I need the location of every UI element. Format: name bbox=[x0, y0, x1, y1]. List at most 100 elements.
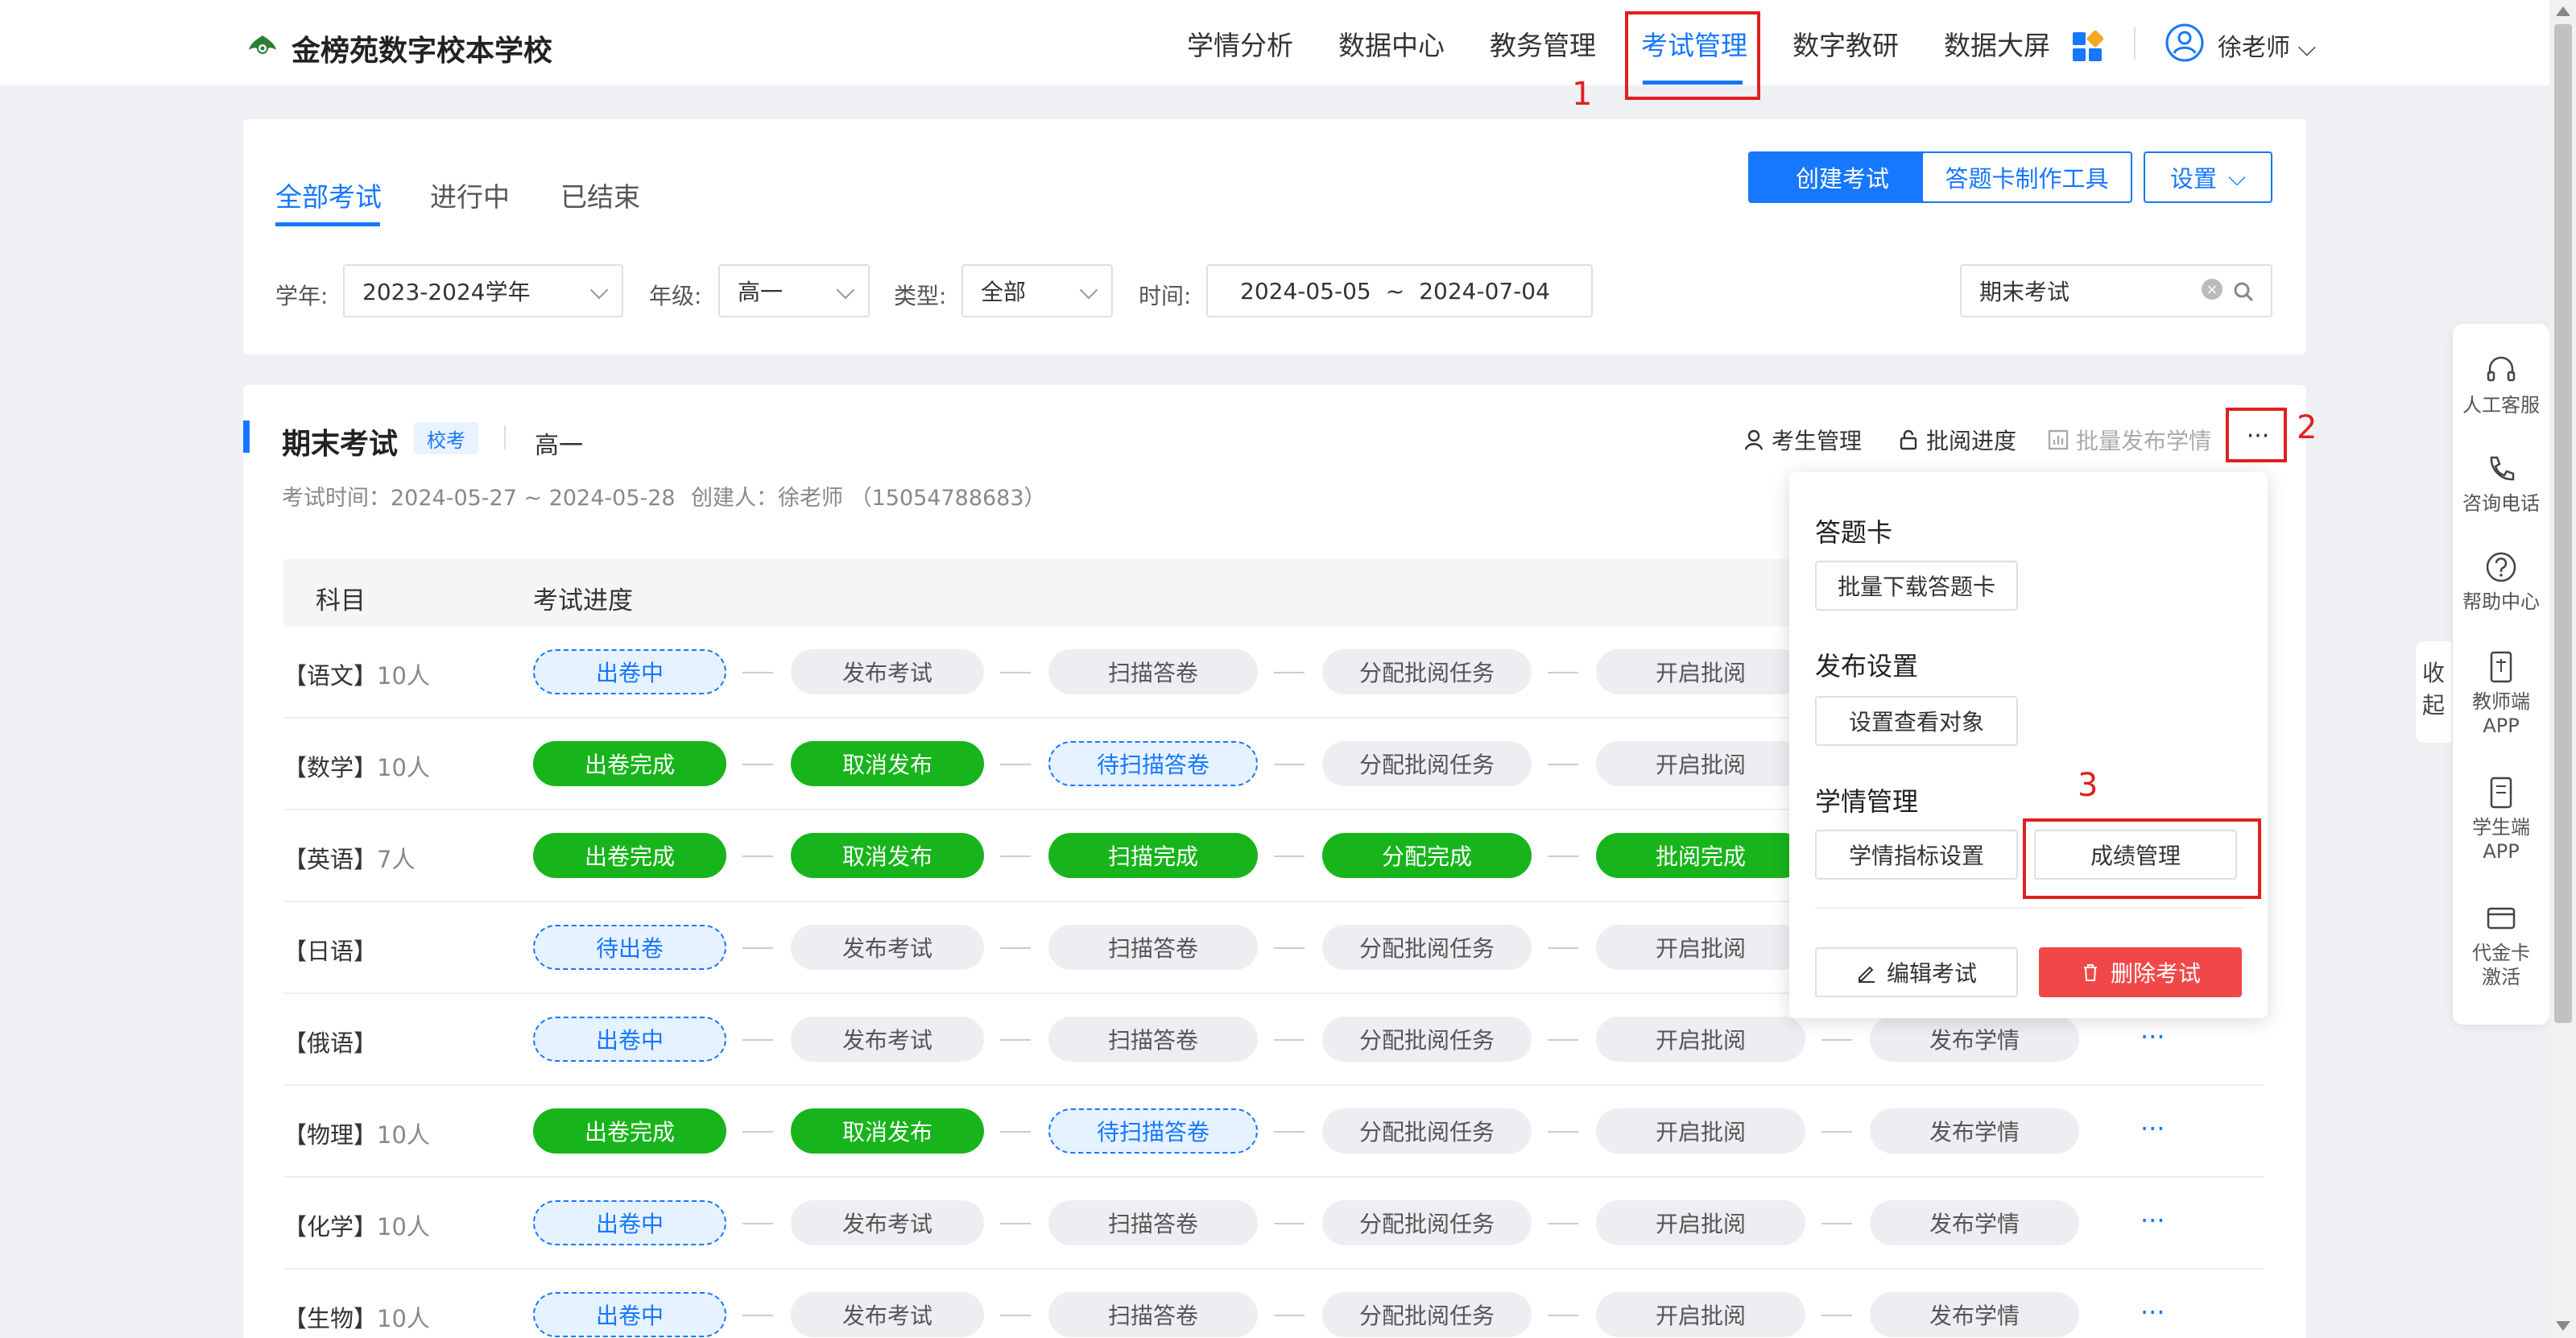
progress-step-3[interactable]: 扫描答卷 bbox=[1048, 925, 1258, 970]
progress-step-1[interactable]: 出卷完成 bbox=[533, 833, 726, 878]
progress-step-4[interactable]: 分配批阅任务 bbox=[1322, 925, 1532, 970]
progress-step-5[interactable]: 开启批阅 bbox=[1596, 649, 1805, 694]
exam-title[interactable]: 期末考试 bbox=[282, 420, 398, 462]
side-item-phone[interactable]: 咨询电话 bbox=[2453, 451, 2549, 516]
nav-academic-affairs[interactable]: 教务管理 bbox=[1490, 24, 1596, 63]
review-progress-button[interactable]: 批阅进度 bbox=[1897, 424, 2016, 456]
progress-step-4[interactable]: 分配批阅任务 bbox=[1322, 741, 1532, 786]
progress-step-6[interactable]: 发布学情 bbox=[1870, 1200, 2079, 1245]
step-connector bbox=[1548, 1131, 1578, 1133]
subject-cell: 【化学】10人 bbox=[283, 1208, 430, 1242]
progress-step-1[interactable]: 出卷完成 bbox=[533, 741, 726, 786]
step-connector bbox=[1274, 947, 1305, 949]
edit-exam-button[interactable]: 编辑考试 bbox=[1815, 947, 2018, 997]
progress-step-3[interactable]: 扫描答卷 bbox=[1048, 1292, 1258, 1337]
tab-all-exams[interactable]: 全部考试 bbox=[275, 176, 382, 214]
progress-step-3[interactable]: 待扫描答卷 bbox=[1048, 1108, 1258, 1154]
user-avatar-icon[interactable] bbox=[2165, 23, 2205, 63]
collapse-side-panel-button[interactable]: 收起 bbox=[2416, 641, 2451, 743]
step-connector bbox=[1274, 1223, 1305, 1224]
progress-step-4[interactable]: 分配批阅任务 bbox=[1322, 1017, 1532, 1062]
progress-step-3[interactable]: 扫描答卷 bbox=[1048, 1200, 1258, 1245]
grade-select[interactable]: 高一 bbox=[718, 264, 870, 317]
edit-exam-label: 编辑考试 bbox=[1886, 960, 1977, 987]
tab-in-progress[interactable]: 进行中 bbox=[430, 176, 510, 214]
progress-step-6[interactable]: 发布学情 bbox=[1870, 1017, 2079, 1062]
row-more-button[interactable]: ··· bbox=[2140, 1113, 2165, 1144]
progress-step-2[interactable]: 取消发布 bbox=[791, 741, 984, 786]
nav-data-center[interactable]: 数据中心 bbox=[1338, 24, 1445, 63]
progress-step-4[interactable]: 分配批阅任务 bbox=[1322, 1200, 1532, 1245]
progress-step-4[interactable]: 分配批阅任务 bbox=[1322, 649, 1532, 694]
progress-step-3[interactable]: 扫描答卷 bbox=[1048, 1017, 1258, 1062]
row-more-button[interactable]: ··· bbox=[2140, 1021, 2165, 1052]
progress-step-5[interactable]: 开启批阅 bbox=[1596, 1017, 1805, 1062]
progress-step-5[interactable]: 开启批阅 bbox=[1596, 925, 1805, 970]
nav-digital-research[interactable]: 数字教研 bbox=[1792, 24, 1899, 63]
scroll-down-arrow-icon[interactable] bbox=[2556, 1321, 2570, 1331]
progress-step-5[interactable]: 开启批阅 bbox=[1596, 1108, 1805, 1154]
date-range-picker[interactable]: 2024-05-05 ~ 2024-07-04 bbox=[1206, 264, 1593, 317]
clear-icon[interactable]: × bbox=[2202, 279, 2222, 300]
step-connector bbox=[1000, 947, 1031, 949]
time-label: 时间: bbox=[1139, 283, 1192, 309]
progress-step-2[interactable]: 发布考试 bbox=[791, 925, 984, 970]
search-input[interactable]: 期末考试 × bbox=[1960, 264, 2272, 317]
progress-step-2[interactable]: 取消发布 bbox=[791, 833, 984, 878]
side-item-voucher[interactable]: 代金卡激活 bbox=[2453, 901, 2549, 989]
batch-download-cards-button[interactable]: 批量下载答题卡 bbox=[1815, 561, 2018, 611]
batch-publish-button[interactable]: 批量发布学情 bbox=[2047, 424, 2211, 456]
students-management-button[interactable]: 考生管理 bbox=[1743, 424, 1862, 456]
learning-indicator-settings-button[interactable]: 学情指标设置 bbox=[1815, 830, 2018, 880]
year-select[interactable]: 2023-2024学年 bbox=[343, 264, 623, 317]
progress-step-4[interactable]: 分配完成 bbox=[1322, 833, 1532, 878]
progress-step-5[interactable]: 开启批阅 bbox=[1596, 1200, 1805, 1245]
user-menu[interactable]: 徐老师 ⌵ bbox=[2218, 27, 2316, 63]
progress-step-1[interactable]: 出卷完成 bbox=[533, 1108, 726, 1154]
progress-step-2[interactable]: 发布考试 bbox=[791, 1017, 984, 1062]
progress-step-4[interactable]: 分配批阅任务 bbox=[1322, 1108, 1532, 1154]
progress-step-3[interactable]: 扫描完成 bbox=[1048, 833, 1258, 878]
row-more-button[interactable]: ··· bbox=[2140, 1297, 2165, 1328]
date-separator: ~ bbox=[1385, 277, 1405, 304]
title-separator bbox=[504, 425, 506, 449]
scroll-up-arrow-icon[interactable] bbox=[2556, 6, 2570, 16]
create-exam-button[interactable]: 创建考试 bbox=[1748, 151, 1937, 203]
side-item-help[interactable]: 帮助中心 bbox=[2453, 549, 2549, 614]
progress-step-6[interactable]: 发布学情 bbox=[1870, 1292, 2079, 1337]
progress-step-1[interactable]: 出卷中 bbox=[533, 1292, 726, 1337]
progress-step-5[interactable]: 批阅完成 bbox=[1596, 833, 1805, 878]
nav-learning-analysis[interactable]: 学情分析 bbox=[1187, 24, 1293, 63]
search-icon[interactable] bbox=[2232, 280, 2255, 303]
delete-exam-button[interactable]: 删除考试 bbox=[2039, 947, 2242, 997]
side-item-student-app[interactable]: 学生端APP bbox=[2453, 775, 2549, 864]
progress-step-1[interactable]: 待出卷 bbox=[533, 925, 726, 970]
side-item-label: 代金卡激活 bbox=[2472, 942, 2530, 988]
answer-card-tool-button[interactable]: 答题卡制作工具 bbox=[1921, 151, 2132, 203]
row-more-button[interactable]: ··· bbox=[2140, 1205, 2165, 1236]
date-end: 2024-07-04 bbox=[1419, 277, 1550, 304]
side-item-teacher-app[interactable]: 教师端APP bbox=[2453, 649, 2549, 738]
progress-step-2[interactable]: 发布考试 bbox=[791, 1292, 984, 1337]
progress-step-3[interactable]: 扫描答卷 bbox=[1048, 649, 1258, 694]
progress-step-5[interactable]: 开启批阅 bbox=[1596, 1292, 1805, 1337]
progress-step-6[interactable]: 发布学情 bbox=[1870, 1108, 2079, 1154]
tab-finished[interactable]: 已结束 bbox=[560, 176, 640, 214]
apps-grid-icon[interactable] bbox=[2071, 31, 2103, 63]
progress-step-1[interactable]: 出卷中 bbox=[533, 649, 726, 694]
progress-step-4[interactable]: 分配批阅任务 bbox=[1322, 1292, 1532, 1337]
nav-data-screen[interactable]: 数据大屏 bbox=[1944, 24, 2050, 63]
settings-dropdown-button[interactable]: 设置 ⌵ bbox=[2144, 151, 2272, 203]
chevron-down-icon: ⌵ bbox=[2290, 34, 2317, 62]
progress-step-3[interactable]: 待扫描答卷 bbox=[1048, 741, 1258, 786]
set-viewers-button[interactable]: 设置查看对象 bbox=[1815, 696, 2018, 746]
side-item-customer-service[interactable]: 人工客服 bbox=[2453, 353, 2549, 417]
progress-step-1[interactable]: 出卷中 bbox=[533, 1200, 726, 1245]
progress-step-2[interactable]: 发布考试 bbox=[791, 649, 984, 694]
type-select[interactable]: 全部 bbox=[961, 264, 1113, 317]
progress-step-2[interactable]: 取消发布 bbox=[791, 1108, 984, 1154]
scrollbar-thumb[interactable] bbox=[2554, 24, 2572, 1023]
progress-step-1[interactable]: 出卷中 bbox=[533, 1017, 726, 1062]
progress-step-2[interactable]: 发布考试 bbox=[791, 1200, 984, 1245]
progress-step-5[interactable]: 开启批阅 bbox=[1596, 741, 1805, 786]
